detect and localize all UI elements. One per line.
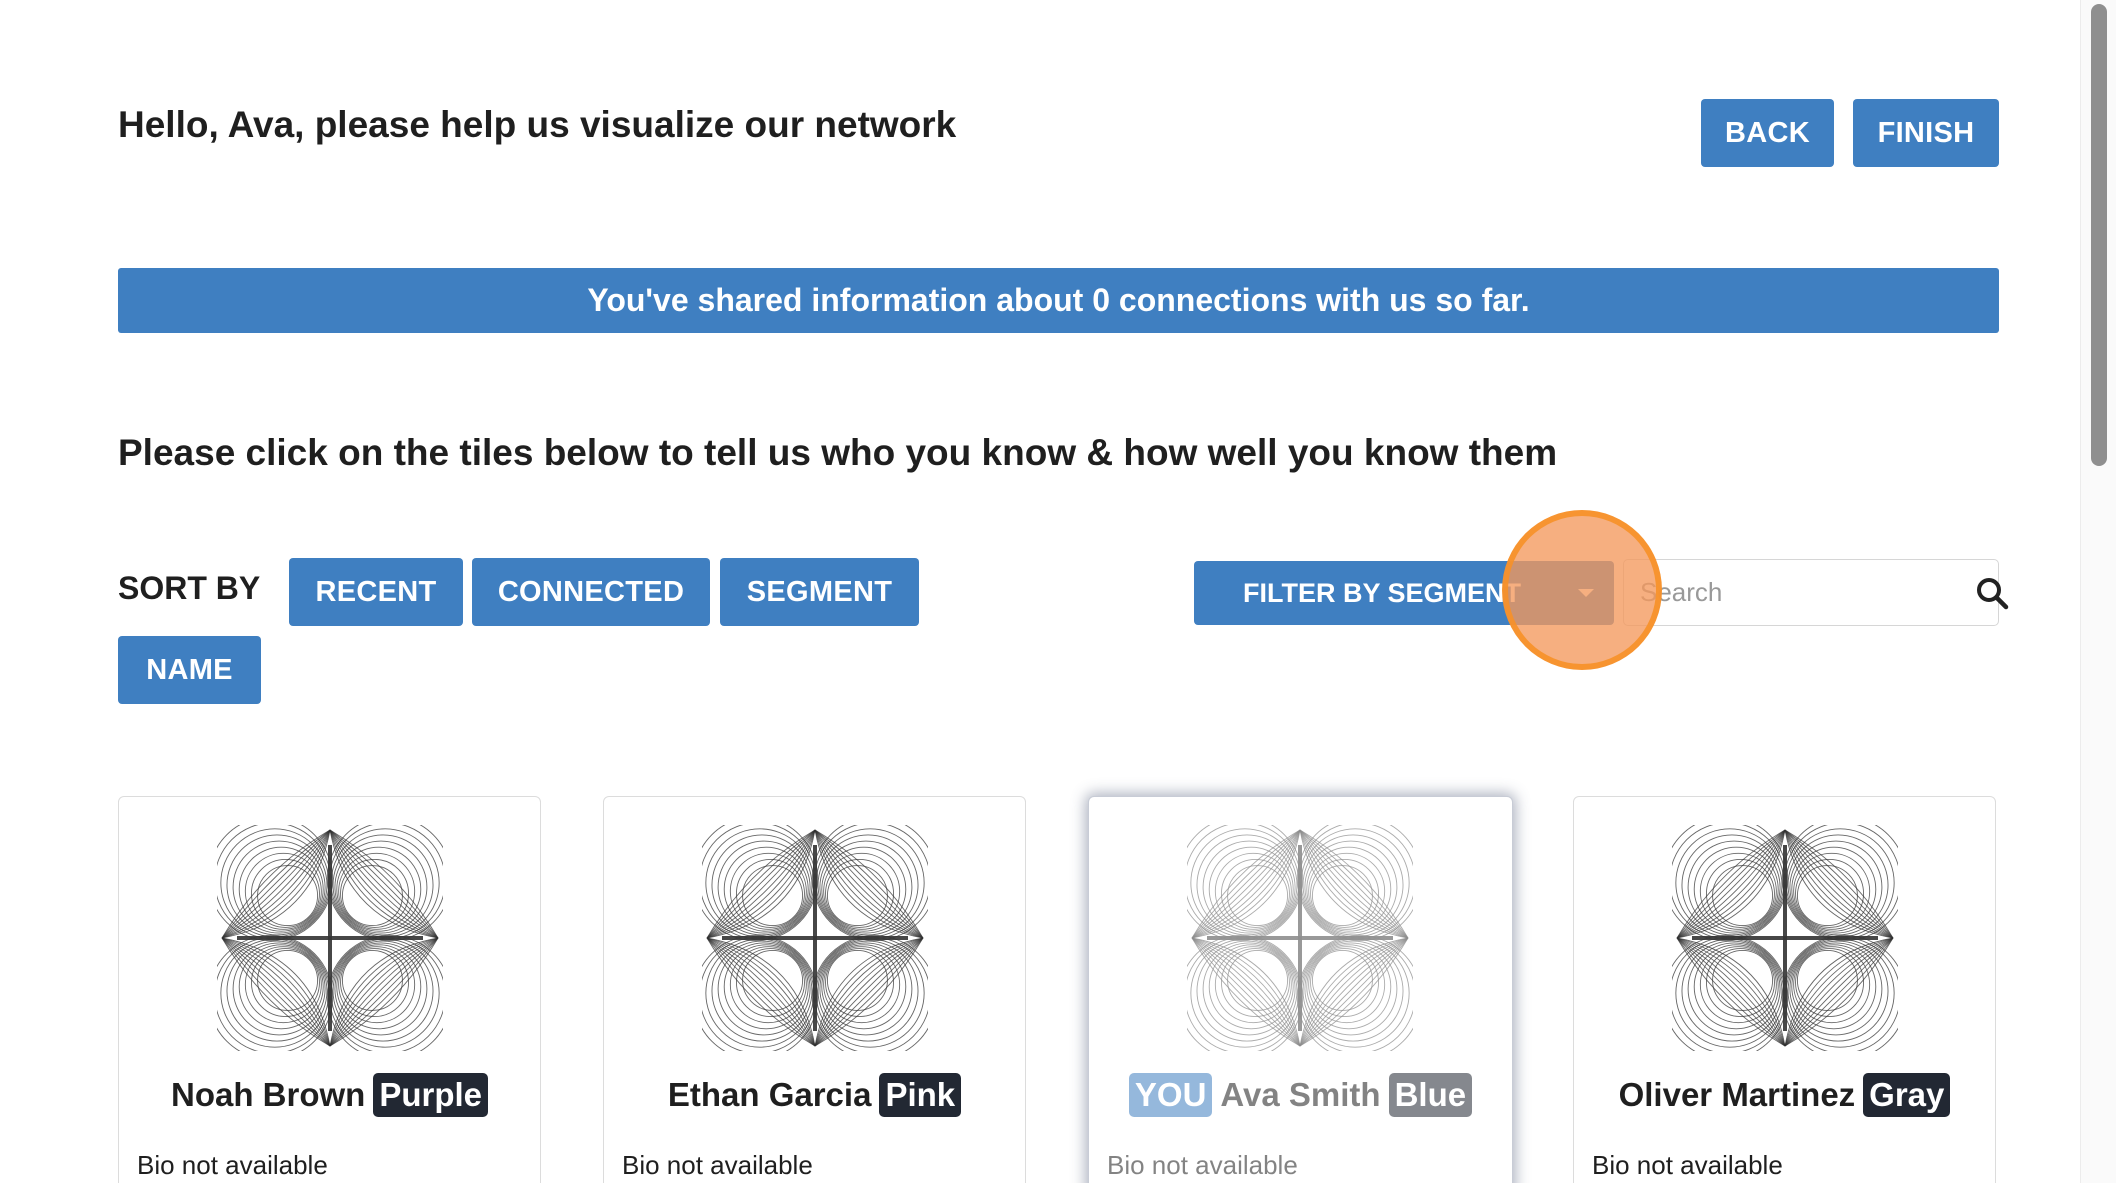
person-bio: Bio not available: [622, 1150, 813, 1180]
person-name: Oliver Martinez: [1618, 1076, 1856, 1113]
page: Hello, Ava, please help us visualize our…: [0, 0, 2116, 1183]
avatar: [702, 825, 928, 1051]
person-name: Ava Smith: [1220, 1076, 1381, 1113]
filter-label: FILTER BY SEGMENT: [1242, 577, 1521, 608]
sort-segment-button[interactable]: SEGMENT: [720, 558, 919, 626]
instruction-heading: Please click on the tiles below to tell …: [118, 432, 1558, 473]
person-tile[interactable]: Oliver Martinez Gray Bio not available: [1573, 796, 1996, 1183]
connections-banner: You've shared information about 0 connec…: [118, 268, 1999, 333]
avatar: [1672, 825, 1898, 1051]
page-title: Hello, Ava, please help us visualize our…: [118, 104, 957, 145]
person-tile-self[interactable]: YOU Ava Smith Blue Bio not available: [1088, 796, 1513, 1183]
avatar: [1187, 825, 1413, 1051]
sort-recent-button[interactable]: RECENT: [289, 558, 463, 626]
sort-by-label: SORT BY: [118, 570, 261, 606]
sort-connected-button[interactable]: CONNECTED: [472, 558, 710, 626]
person-bio: Bio not available: [137, 1150, 328, 1180]
back-button[interactable]: BACK: [1701, 99, 1834, 167]
person-tile[interactable]: Ethan Garcia Pink Bio not available: [603, 796, 1026, 1183]
segment-badge: Blue: [1388, 1073, 1473, 1117]
person-bio: Bio not available: [1107, 1150, 1298, 1180]
you-badge: YOU: [1128, 1073, 1213, 1117]
filter-by-segment-dropdown[interactable]: FILTER BY SEGMENT: [1194, 561, 1614, 625]
finish-button[interactable]: FINISH: [1853, 99, 1999, 167]
scrollbar-thumb[interactable]: [2091, 4, 2107, 466]
search-input[interactable]: [1624, 560, 1975, 625]
sort-name-button[interactable]: NAME: [118, 636, 261, 704]
segment-badge: Pink: [879, 1073, 962, 1117]
segment-badge: Purple: [373, 1073, 489, 1117]
avatar: [217, 825, 443, 1051]
search-icon[interactable]: [1975, 576, 2009, 610]
person-name: Ethan Garcia: [667, 1076, 872, 1113]
caret-down-icon[interactable]: [1558, 561, 1614, 625]
segment-badge: Gray: [1863, 1073, 1951, 1117]
person-tile[interactable]: Noah Brown Purple Bio not available: [118, 796, 541, 1183]
search-box[interactable]: [1623, 559, 2009, 626]
person-name: Noah Brown: [170, 1076, 366, 1113]
person-bio: Bio not available: [1592, 1150, 1783, 1180]
scrollbar[interactable]: [2080, 0, 2116, 1183]
